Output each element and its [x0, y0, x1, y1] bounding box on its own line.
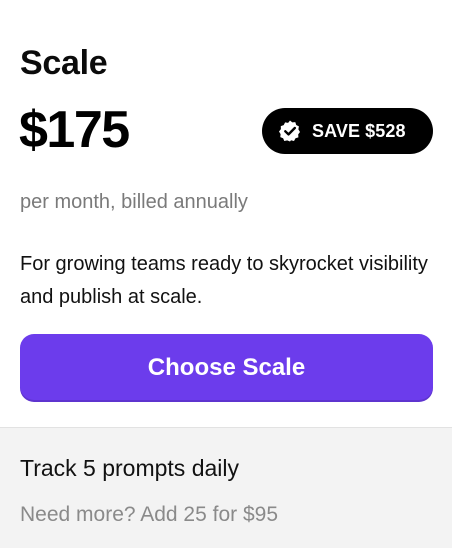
plan-name: Scale [20, 44, 108, 82]
billing-note: per month, billed annually [20, 191, 248, 213]
save-badge-label: SAVE $528 [312, 120, 406, 141]
plan-footer: Track 5 prompts daily Need more? Add 25 … [0, 427, 452, 548]
choose-plan-button[interactable]: Choose Scale [20, 334, 433, 402]
plan-description: For growing teams ready to skyrocket vis… [20, 253, 428, 308]
plan-price: $175 [19, 101, 130, 159]
feature-item: Track 5 prompts daily [20, 455, 239, 481]
pricing-card: Scale $175 SAVE $528 per month, billed a… [0, 0, 452, 548]
verified-check-icon [278, 119, 302, 143]
addon-note: Need more? Add 25 for $95 [20, 503, 279, 526]
save-badge: SAVE $528 [262, 108, 433, 154]
